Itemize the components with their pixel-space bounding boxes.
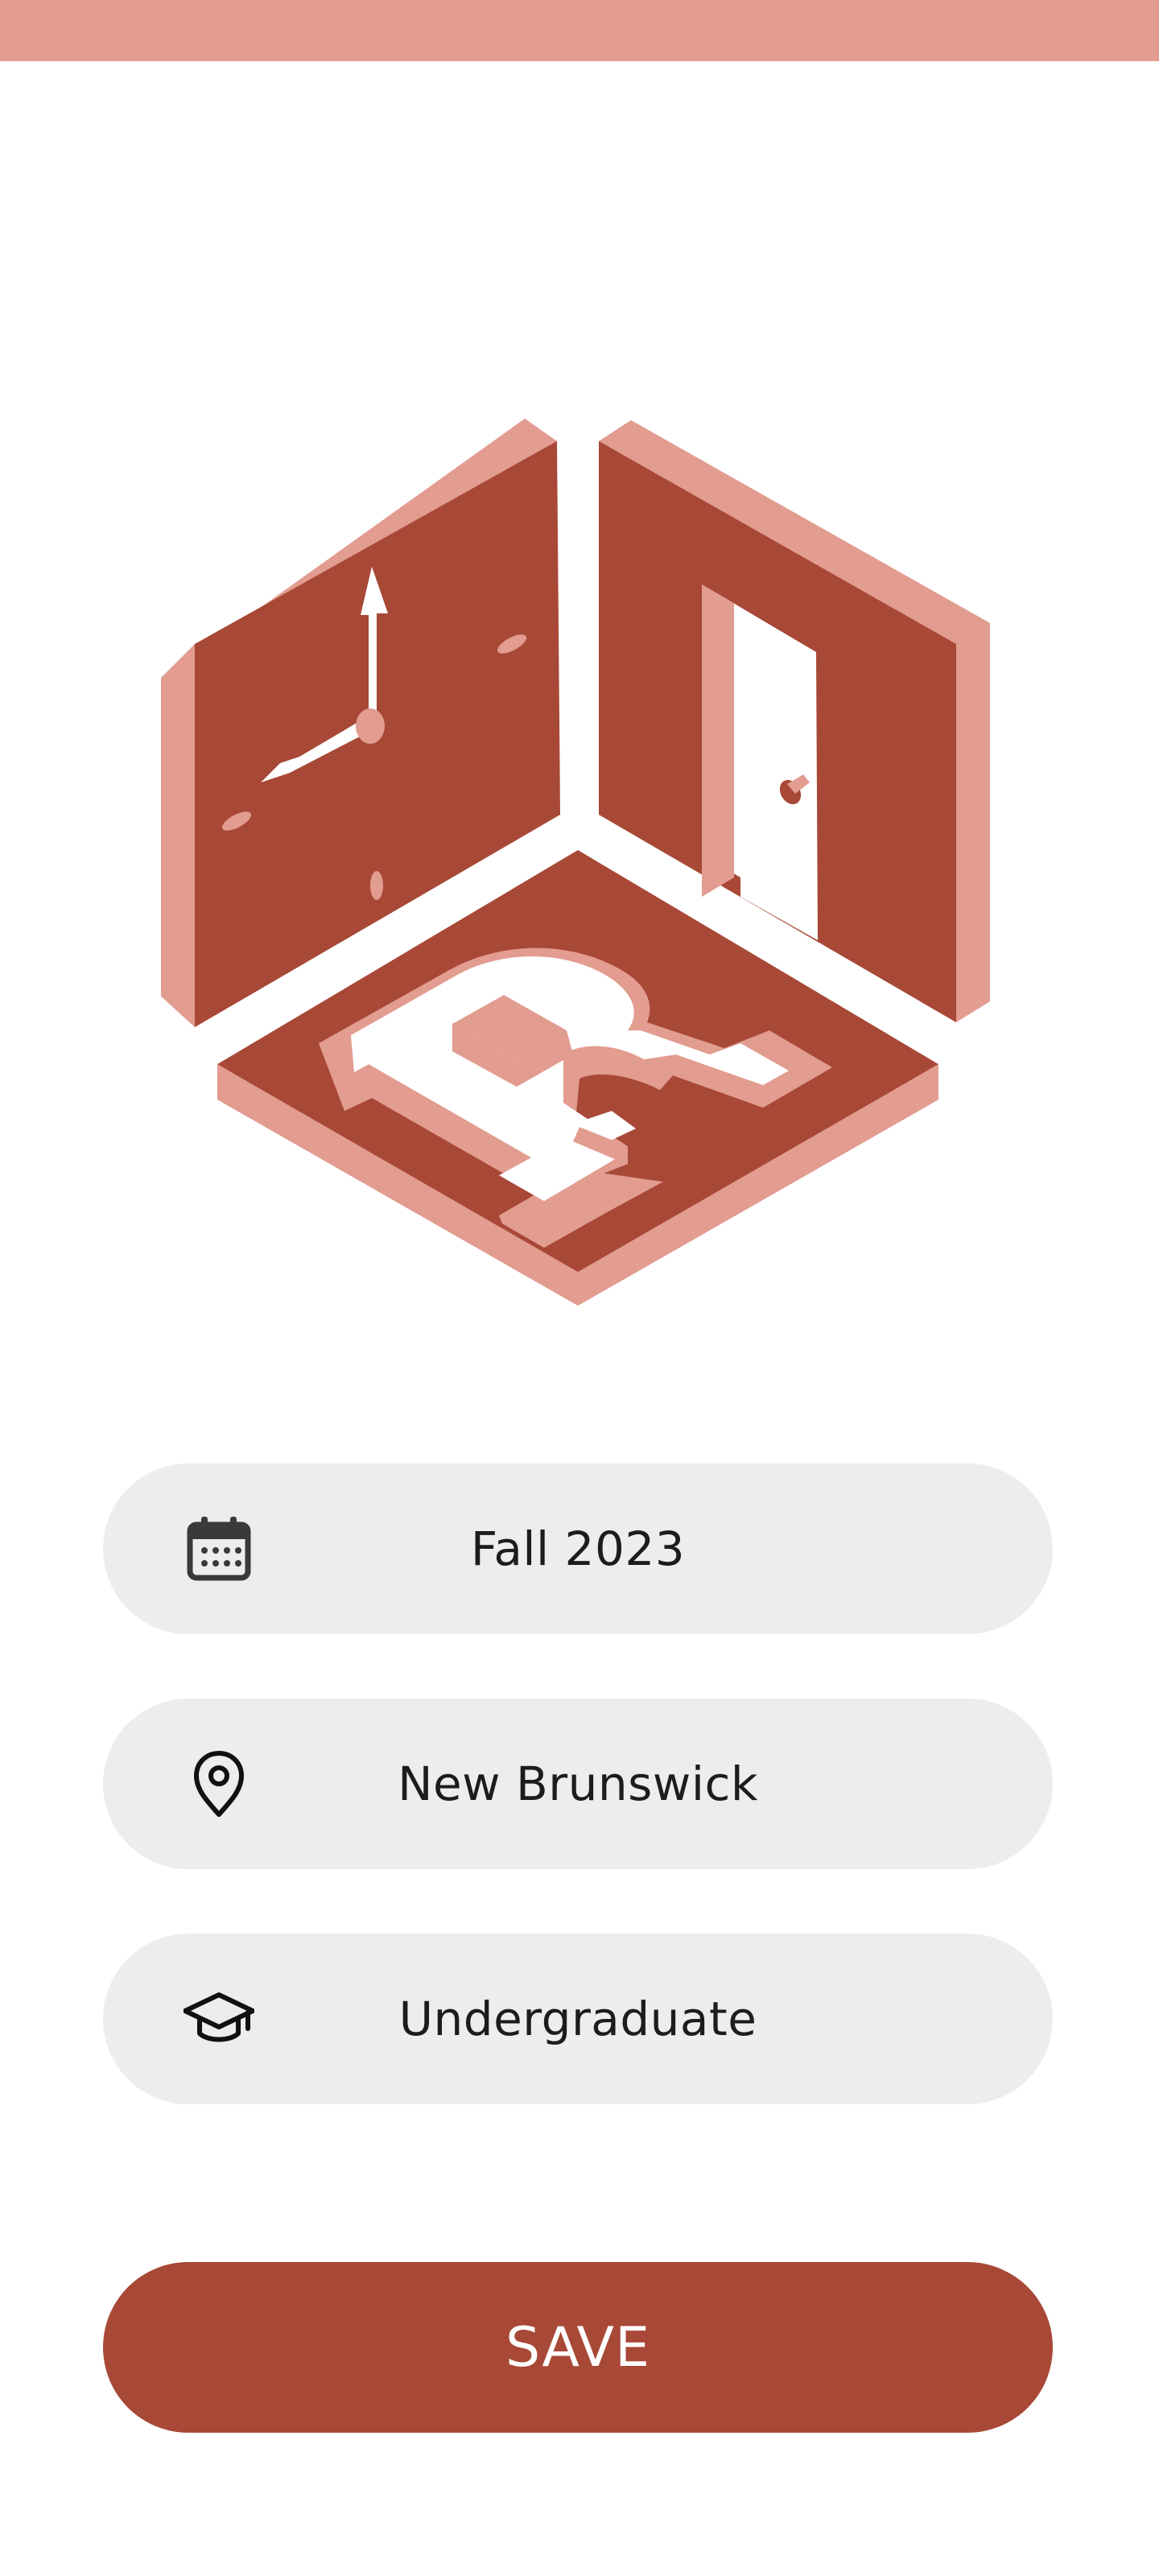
- semester-selector[interactable]: Fall 2023: [103, 1463, 1053, 1634]
- app-logo: [161, 419, 990, 1306]
- campus-selector[interactable]: New Brunswick: [103, 1699, 1053, 1869]
- level-value: Undergraduate: [398, 1992, 757, 2046]
- level-selector[interactable]: Undergraduate: [103, 1934, 1053, 2104]
- campus-value: New Brunswick: [398, 1757, 758, 1811]
- save-button[interactable]: SAVE: [103, 2262, 1053, 2433]
- status-bar: [0, 0, 1159, 61]
- semester-value: Fall 2023: [470, 1521, 686, 1576]
